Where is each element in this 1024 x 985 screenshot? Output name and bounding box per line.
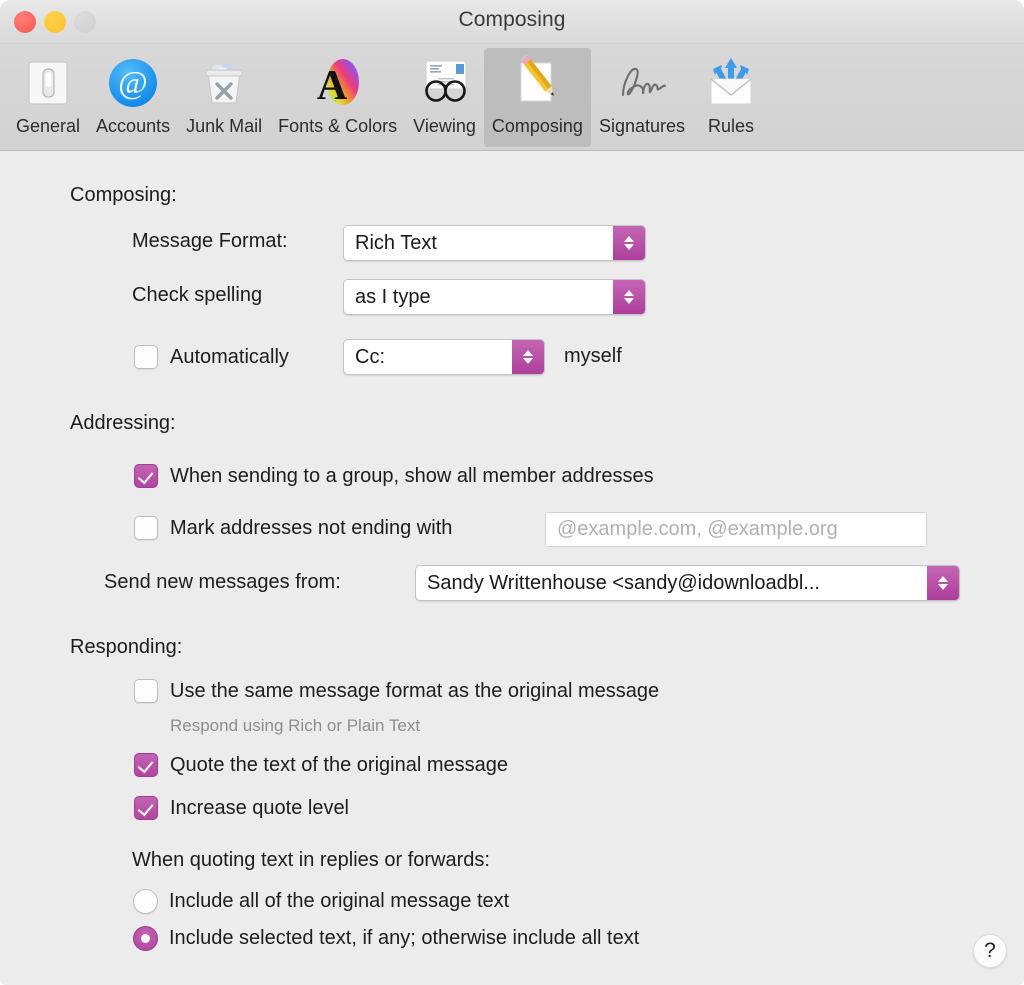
send-from-value: Sandy Writtenhouse <sandy@idownloadbl...	[416, 572, 927, 595]
envelope-arrows-icon	[701, 54, 761, 112]
automatically-cc-checkbox[interactable]: Automatically	[134, 345, 289, 369]
check-spelling-value: as I type	[344, 286, 613, 309]
checkbox-box	[134, 345, 158, 369]
pencil-paper-icon	[507, 54, 567, 112]
eyeglasses-icon	[415, 54, 475, 112]
preferences-toolbar: General @ Accounts	[0, 44, 1024, 151]
help-button[interactable]: ?	[973, 934, 1007, 968]
check-spelling-label: Check spelling	[132, 284, 262, 307]
myself-label: myself	[564, 345, 622, 368]
send-from-label: Send new messages from:	[104, 571, 341, 594]
same-message-format-sublabel: Respond using Rich or Plain Text	[170, 716, 420, 736]
radio-include-all-text[interactable]: Include all of the original message text	[133, 889, 509, 914]
title-bar: Composing	[0, 0, 1024, 44]
quoting-heading: When quoting text in replies or forwards…	[132, 849, 490, 872]
toolbar-item-accounts[interactable]: @ Accounts	[88, 48, 178, 141]
stepper-arrows-icon	[613, 280, 645, 314]
toolbar-item-composing[interactable]: Composing	[484, 48, 591, 147]
toolbar-item-general[interactable]: General	[8, 48, 88, 141]
radio-circle	[133, 926, 158, 951]
radio-include-all-label: Include all of the original message text	[169, 890, 509, 913]
svg-text:@: @	[118, 64, 147, 100]
radio-circle	[133, 889, 158, 914]
mark-addresses-checkbox[interactable]: Mark addresses not ending with	[134, 516, 452, 540]
toolbar-item-label: General	[16, 116, 80, 137]
toolbar-item-label: Composing	[492, 116, 583, 137]
group-addresses-checkbox[interactable]: When sending to a group, show all member…	[134, 464, 654, 488]
quote-text-label: Quote the text of the original message	[170, 754, 508, 777]
cc-value: Cc:	[344, 346, 512, 369]
toolbar-item-label: Rules	[708, 116, 754, 137]
check-spelling-dropdown[interactable]: as I type	[343, 279, 646, 315]
preferences-window: Composing General	[0, 0, 1024, 985]
cc-bcc-dropdown[interactable]: Cc:	[343, 339, 545, 375]
same-message-format-checkbox[interactable]: Use the same message format as the origi…	[134, 679, 659, 703]
composing-section-heading: Composing:	[70, 184, 177, 207]
font-palette-icon: A	[308, 54, 368, 112]
send-from-dropdown[interactable]: Sandy Writtenhouse <sandy@idownloadbl...	[415, 565, 960, 601]
automatically-label: Automatically	[170, 346, 289, 369]
at-sign-icon: @	[103, 54, 163, 112]
mark-addresses-input[interactable]: @example.com, @example.org	[545, 512, 927, 547]
responding-section-heading: Responding:	[70, 636, 182, 659]
same-message-format-label: Use the same message format as the origi…	[170, 680, 659, 703]
radio-include-selected-text[interactable]: Include selected text, if any; otherwise…	[133, 926, 639, 951]
window-title: Composing	[0, 8, 1024, 32]
checkbox-box	[134, 679, 158, 703]
toolbar-item-viewing[interactable]: Viewing	[405, 48, 484, 141]
toolbar-item-junk-mail[interactable]: Junk Mail	[178, 48, 270, 141]
radio-include-selected-label: Include selected text, if any; otherwise…	[169, 927, 639, 950]
group-addresses-label: When sending to a group, show all member…	[170, 465, 654, 488]
increase-quote-level-checkbox[interactable]: Increase quote level	[134, 796, 349, 820]
checkbox-box	[134, 796, 158, 820]
toolbar-item-label: Viewing	[413, 116, 476, 137]
quote-text-checkbox[interactable]: Quote the text of the original message	[134, 753, 508, 777]
checkbox-box	[134, 753, 158, 777]
increase-quote-level-label: Increase quote level	[170, 797, 349, 820]
toolbar-item-label: Junk Mail	[186, 116, 262, 137]
stepper-arrows-icon	[927, 566, 959, 600]
toolbar-item-signatures[interactable]: Signatures	[591, 48, 693, 141]
toolbar-item-fonts-colors[interactable]: A Fonts & Colors	[270, 48, 405, 141]
checkbox-box	[134, 516, 158, 540]
toolbar-item-label: Signatures	[599, 116, 685, 137]
stepper-arrows-icon	[613, 226, 645, 260]
toolbar-item-label: Accounts	[96, 116, 170, 137]
message-format-label: Message Format:	[132, 230, 288, 253]
composing-preferences-pane: Composing: Message Format: Rich Text Che…	[0, 151, 1024, 984]
stepper-arrows-icon	[512, 340, 544, 374]
signature-icon	[612, 54, 672, 112]
addressing-section-heading: Addressing:	[70, 412, 176, 435]
message-format-value: Rich Text	[344, 232, 613, 255]
checkbox-box	[134, 464, 158, 488]
mark-addresses-label: Mark addresses not ending with	[170, 517, 452, 540]
toolbar-item-rules[interactable]: Rules	[693, 48, 769, 141]
trash-can-icon	[194, 54, 254, 112]
message-format-dropdown[interactable]: Rich Text	[343, 225, 646, 261]
toggle-switch-icon	[18, 54, 78, 112]
toolbar-item-label: Fonts & Colors	[278, 116, 397, 137]
svg-text:A: A	[316, 63, 347, 109]
